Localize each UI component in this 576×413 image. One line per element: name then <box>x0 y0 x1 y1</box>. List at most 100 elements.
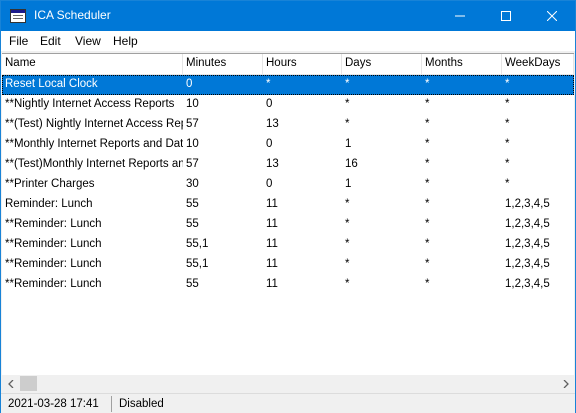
title-bar[interactable]: ICA Scheduler <box>1 1 575 31</box>
table-cell: **Printer Charges <box>5 178 95 190</box>
menu-help[interactable]: Help <box>113 34 138 48</box>
chevron-right-icon <box>563 379 569 388</box>
table-cell: * <box>505 98 510 110</box>
table-cell: 55,1 <box>186 238 209 250</box>
table-cell: * <box>505 178 510 190</box>
table-cell: 16 <box>345 158 358 170</box>
app-window: ICA Scheduler File Edit View Help Name M… <box>0 0 576 413</box>
table-cell: 0 <box>186 78 193 90</box>
table-cell: * <box>425 198 430 210</box>
column-header-days[interactable]: Days <box>342 54 422 74</box>
horizontal-scrollbar[interactable] <box>2 375 574 392</box>
close-button[interactable] <box>529 1 575 31</box>
scroll-right-button[interactable] <box>557 375 574 392</box>
table-cell: * <box>345 98 350 110</box>
list-header: Name Minutes Hours Days Months WeekDays <box>2 54 574 75</box>
table-cell: **Reminder: Lunch <box>5 258 102 270</box>
table-cell: * <box>425 258 430 270</box>
table-cell: 1,2,3,4,5 <box>505 278 550 290</box>
column-header-minutes[interactable]: Minutes <box>183 54 263 74</box>
table-cell: **Monthly Internet Reports and Data <box>5 138 183 150</box>
menu-bar: File Edit View Help <box>1 31 575 51</box>
maximize-button[interactable] <box>483 1 529 31</box>
column-header-name[interactable]: Name <box>2 54 183 74</box>
table-row[interactable]: **(Test) Nightly Internet Access Repor 57… <box>2 115 574 135</box>
table-cell: * <box>345 198 350 210</box>
table-row[interactable]: **Monthly Internet Reports and Data 10 0 1 *… <box>2 135 574 155</box>
table-cell: * <box>345 118 350 130</box>
table-cell: 0 <box>266 138 273 150</box>
table-cell: 1 <box>345 178 352 190</box>
table-cell: 0 <box>266 98 273 110</box>
table-row[interactable]: **Reminder: Lunch 55,1 11 * * 1,2,3,4,5 <box>2 255 574 275</box>
scroll-left-button[interactable] <box>2 375 19 392</box>
table-row[interactable]: **Reminder: Lunch 55,1 11 * * 1,2,3,4,5 <box>2 235 574 255</box>
table-cell: 13 <box>266 118 279 130</box>
chevron-left-icon <box>7 379 13 388</box>
minimize-button[interactable] <box>437 1 483 31</box>
schedule-list[interactable]: Name Minutes Hours Days Months WeekDays … <box>2 53 574 376</box>
table-cell: 55 <box>186 198 199 210</box>
table-cell: * <box>425 98 430 110</box>
table-row[interactable]: **(Test)Monthly Internet Reports and D 57… <box>2 155 574 175</box>
table-cell: 11 <box>266 258 278 270</box>
table-cell: **Reminder: Lunch <box>5 218 102 230</box>
table-cell: **Nightly Internet Access Reports <box>5 98 175 110</box>
table-cell: 11 <box>266 198 278 210</box>
table-cell: * <box>266 78 271 90</box>
table-cell: 30 <box>186 178 199 190</box>
table-cell: * <box>345 78 350 90</box>
table-cell: 10 <box>186 98 199 110</box>
scroll-thumb[interactable] <box>20 376 37 391</box>
table-cell: 11 <box>266 278 278 290</box>
status-state: Disabled <box>119 398 164 410</box>
table-cell: 57 <box>186 118 199 130</box>
menu-edit[interactable]: Edit <box>40 34 61 48</box>
table-cell: 55,1 <box>186 258 209 270</box>
column-header-hours[interactable]: Hours <box>263 54 342 74</box>
table-cell: 10 <box>186 138 199 150</box>
table-cell: * <box>425 238 430 250</box>
status-datetime: 2021-03-28 17:41 <box>4 396 112 412</box>
table-cell: Reminder: Lunch <box>5 198 93 210</box>
maximize-icon <box>501 11 511 21</box>
table-cell: 11 <box>266 238 278 250</box>
column-header-months[interactable]: Months <box>422 54 502 74</box>
table-cell: * <box>425 158 430 170</box>
table-cell: * <box>425 278 430 290</box>
table-cell: 1,2,3,4,5 <box>505 198 550 210</box>
table-row[interactable]: **Reminder: Lunch 55 11 * * 1,2,3,4,5 <box>2 215 574 235</box>
table-cell: * <box>425 218 430 230</box>
table-cell: * <box>505 138 510 150</box>
table-cell: 1,2,3,4,5 <box>505 238 550 250</box>
table-cell: * <box>425 178 430 190</box>
menu-view[interactable]: View <box>75 34 101 48</box>
table-cell: **Reminder: Lunch <box>5 238 102 250</box>
status-bar: 2021-03-28 17:41 Disabled <box>1 393 575 413</box>
table-row[interactable]: **Printer Charges 30 0 1 * * <box>2 175 574 195</box>
table-cell: * <box>505 118 510 130</box>
table-row[interactable]: Reset Local Clock 0 * * * * <box>2 75 574 95</box>
table-cell: * <box>425 138 430 150</box>
table-cell: **Reminder: Lunch <box>5 278 102 290</box>
table-cell: * <box>345 238 350 250</box>
table-cell: * <box>425 78 430 90</box>
table-cell: 1,2,3,4,5 <box>505 218 550 230</box>
table-cell: **(Test)Monthly Internet Reports and D <box>5 158 183 170</box>
table-cell: * <box>505 78 510 90</box>
window-title: ICA Scheduler <box>34 8 111 22</box>
table-cell: 55 <box>186 278 199 290</box>
table-cell: * <box>425 118 430 130</box>
close-icon <box>547 11 557 21</box>
table-cell: * <box>345 278 350 290</box>
table-cell: 11 <box>266 218 278 230</box>
table-cell: * <box>505 158 510 170</box>
table-row[interactable]: **Reminder: Lunch 55 11 * * 1,2,3,4,5 <box>2 275 574 295</box>
table-cell: 55 <box>186 218 199 230</box>
table-cell: 1,2,3,4,5 <box>505 258 550 270</box>
menu-file[interactable]: File <box>9 34 28 48</box>
table-row[interactable]: Reminder: Lunch 55 11 * * 1,2,3,4,5 <box>2 195 574 215</box>
table-row[interactable]: **Nightly Internet Access Reports 10 0 * * * <box>2 95 574 115</box>
table-cell: 0 <box>266 178 273 190</box>
column-header-weekdays[interactable]: WeekDays <box>502 54 574 74</box>
